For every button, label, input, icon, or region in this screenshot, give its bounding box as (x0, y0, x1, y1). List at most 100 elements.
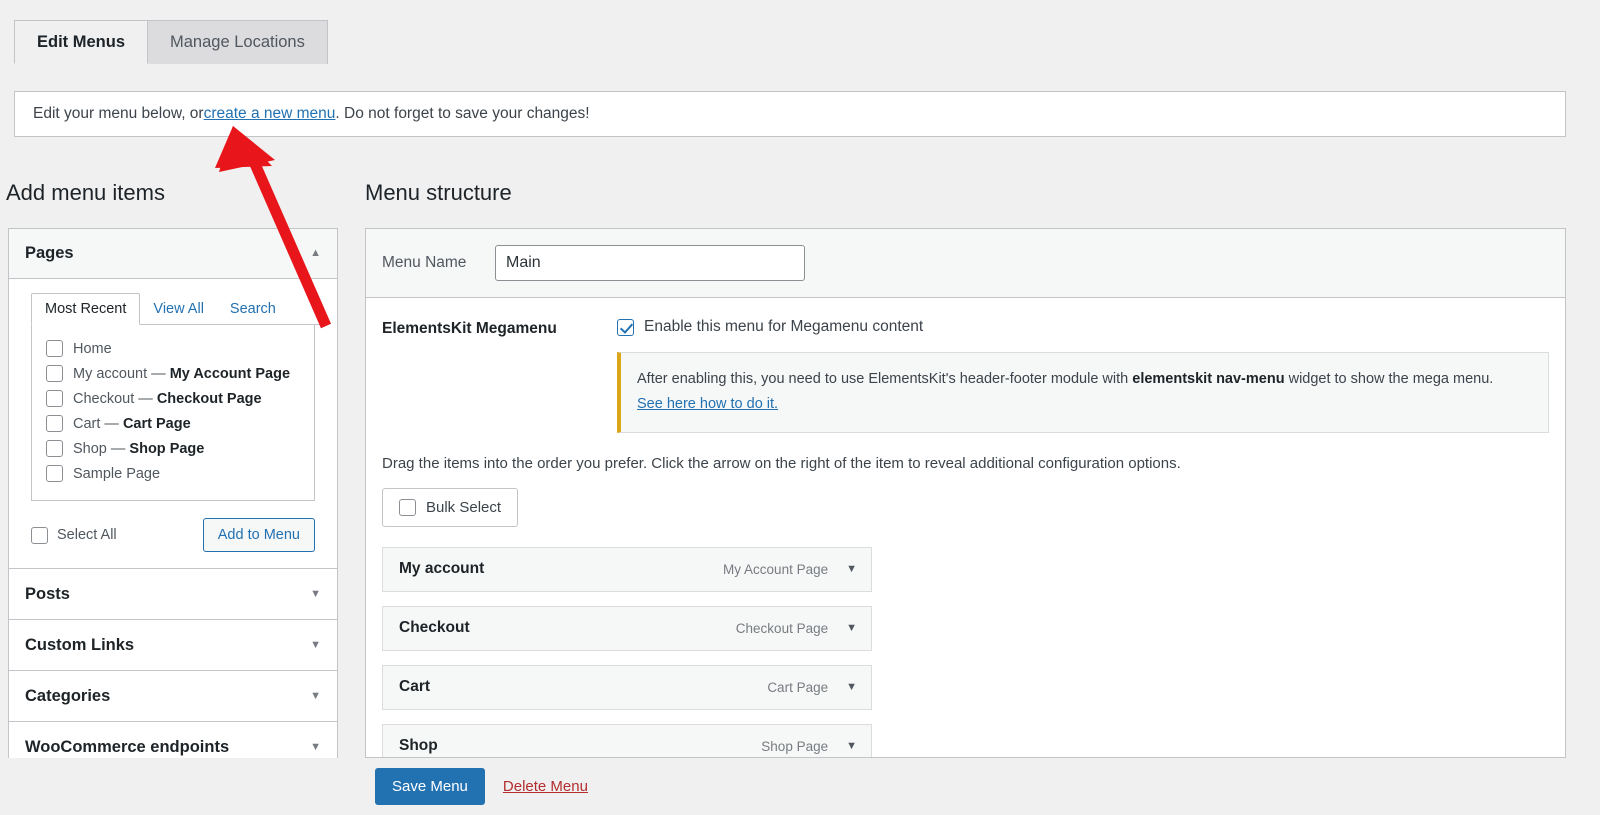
tab-view-all[interactable]: View All (140, 294, 217, 324)
tab-manage-locations[interactable]: Manage Locations (147, 20, 328, 64)
chevron-down-icon[interactable]: ▼ (310, 741, 321, 753)
page-label: Sample Page (73, 465, 161, 482)
notice-bar: Edit your menu below, or create a new me… (14, 91, 1566, 137)
tab-bar: Edit Menus Manage Locations (0, 0, 1600, 64)
chevron-down-icon[interactable]: ▼ (310, 588, 321, 600)
tab-most-recent[interactable]: Most Recent (31, 293, 141, 325)
chevron-down-icon[interactable]: ▼ (310, 639, 321, 651)
page-checkbox-sample-page[interactable] (46, 465, 63, 482)
pages-accordion-body: Most Recent View All Search Home My acco… (9, 279, 337, 568)
enable-megamenu-label: Enable this menu for Megamenu content (644, 318, 924, 335)
delete-menu-link[interactable]: Delete Menu (503, 778, 588, 795)
menu-item-type: Cart Page (767, 679, 829, 695)
custom-links-accordion-header[interactable]: Custom Links ▼ (9, 620, 337, 670)
menu-item-title: My account (399, 560, 485, 578)
pages-accordion-header[interactable]: Pages ▲ (9, 229, 337, 279)
create-new-menu-link[interactable]: create a new menu (204, 105, 336, 123)
page-checkbox-my-account[interactable] (46, 365, 63, 382)
categories-accordion-title: Categories (25, 686, 111, 705)
elementskit-megamenu-row: ElementsKit Megamenu Enable this menu fo… (366, 298, 1565, 433)
notice-text-after: . Do not forget to save your changes! (335, 105, 590, 122)
enable-megamenu-checkbox[interactable] (617, 318, 634, 336)
callout-text-before: After enabling this, you need to use Ele… (637, 371, 1133, 387)
page-checkbox-home[interactable] (46, 340, 63, 357)
add-menu-items-column: Pages ▲ Most Recent View All Search Home (8, 228, 338, 773)
menu-name-row: Menu Name (366, 229, 1565, 298)
page-label: Checkout — (73, 390, 157, 407)
pages-accordion: Pages ▲ Most Recent View All Search Home (8, 228, 338, 568)
menu-item-type: Shop Page (761, 738, 829, 754)
list-item[interactable]: Home (46, 336, 300, 361)
page-label: Cart — (73, 415, 123, 432)
drag-instructions: Drag the items into the order you prefer… (382, 454, 1181, 472)
table-row[interactable]: Checkout Checkout Page ▼ (382, 605, 872, 651)
menu-actions-footer: Save Menu Delete Menu (365, 758, 1566, 815)
menu-item-title: Shop (399, 737, 438, 755)
add-to-menu-button[interactable]: Add to Menu (202, 518, 315, 552)
posts-accordion-header[interactable]: Posts ▼ (9, 569, 337, 619)
list-item[interactable]: Sample Page (46, 461, 300, 486)
tab-search[interactable]: Search (217, 294, 289, 324)
page-checkbox-cart[interactable] (46, 415, 63, 432)
pages-list-footer: Select All Add to Menu (23, 502, 323, 568)
bulk-select-label: Bulk Select (426, 498, 502, 516)
list-item[interactable]: Cart — Cart Page (46, 411, 300, 436)
tab-strip: Edit Menus Manage Locations (14, 20, 328, 64)
list-item[interactable]: My account — My Account Page (46, 361, 300, 386)
enable-megamenu-row[interactable]: Enable this menu for Megamenu content (617, 318, 1549, 336)
elementskit-label: ElementsKit Megamenu (382, 320, 557, 337)
menu-item-type: Checkout Page (735, 620, 829, 636)
table-row[interactable]: Cart Cart Page ▼ (382, 664, 872, 710)
bulk-select-toggle[interactable]: Bulk Select (382, 487, 519, 527)
page-label: My account — (73, 365, 170, 382)
menu-items-list: My account My Account Page ▼ Checkout Ch… (366, 527, 1565, 757)
menu-structure-panel: Menu Name ElementsKit Megamenu Enable th… (365, 228, 1566, 758)
page-label: Home (73, 340, 112, 357)
chevron-down-icon[interactable]: ▼ (846, 681, 857, 693)
list-item[interactable]: Shop — Shop Page (46, 436, 300, 461)
posts-accordion-title: Posts (25, 584, 70, 603)
footer-background (0, 758, 365, 815)
page-suffix: Shop Page (129, 440, 205, 457)
page-suffix: Checkout Page (156, 390, 262, 407)
save-menu-button[interactable]: Save Menu (375, 768, 485, 805)
custom-links-accordion: Custom Links ▼ (8, 619, 338, 670)
menu-item-title: Cart (399, 678, 431, 696)
menus-admin-screen: Edit Menus Manage Locations Edit your me… (0, 0, 1600, 815)
select-all-label: Select All (57, 527, 117, 543)
callout-widget-name: elementskit nav-menu (1132, 371, 1285, 387)
categories-accordion-header[interactable]: Categories ▼ (9, 671, 337, 721)
posts-accordion: Posts ▼ (8, 568, 338, 619)
elementskit-info-callout: After enabling this, you need to use Ele… (617, 352, 1549, 433)
menu-item-type: My Account Page (723, 561, 829, 577)
pages-accordion-title: Pages (25, 244, 74, 262)
pages-tab-strip: Most Recent View All Search (31, 293, 323, 325)
add-menu-items-heading: Add menu items (6, 180, 165, 205)
bulk-select-checkbox[interactable] (399, 498, 416, 516)
chevron-down-icon[interactable]: ▼ (846, 740, 857, 752)
callout-text-after: widget to show the mega menu. (1284, 371, 1494, 387)
custom-links-accordion-title: Custom Links (25, 635, 135, 654)
page-label: Shop — (73, 440, 130, 457)
menu-structure-heading: Menu structure (365, 180, 512, 205)
chevron-down-icon[interactable]: ▼ (846, 563, 857, 575)
chevron-up-icon[interactable]: ▲ (310, 248, 321, 259)
table-row[interactable]: My account My Account Page ▼ (382, 546, 872, 592)
page-suffix: Cart Page (122, 415, 191, 432)
page-checkbox-checkout[interactable] (46, 390, 63, 407)
chevron-down-icon[interactable]: ▼ (846, 622, 857, 634)
table-row[interactable]: Shop Shop Page ▼ (382, 723, 872, 757)
select-all-row[interactable]: Select All (31, 526, 117, 544)
menu-name-input[interactable] (495, 245, 805, 281)
select-all-checkbox[interactable] (31, 526, 48, 544)
chevron-down-icon[interactable]: ▼ (310, 690, 321, 702)
menu-item-title: Checkout (399, 619, 470, 637)
menu-name-label: Menu Name (382, 254, 467, 271)
woocommerce-endpoints-accordion-title: WooCommerce endpoints (25, 737, 230, 756)
page-suffix: My Account Page (169, 365, 291, 382)
page-checkbox-shop[interactable] (46, 440, 63, 457)
tab-edit-menus[interactable]: Edit Menus (14, 20, 149, 64)
list-item[interactable]: Checkout — Checkout Page (46, 386, 300, 411)
categories-accordion: Categories ▼ (8, 670, 338, 721)
see-how-to-link[interactable]: See here how to do it. (637, 396, 778, 412)
